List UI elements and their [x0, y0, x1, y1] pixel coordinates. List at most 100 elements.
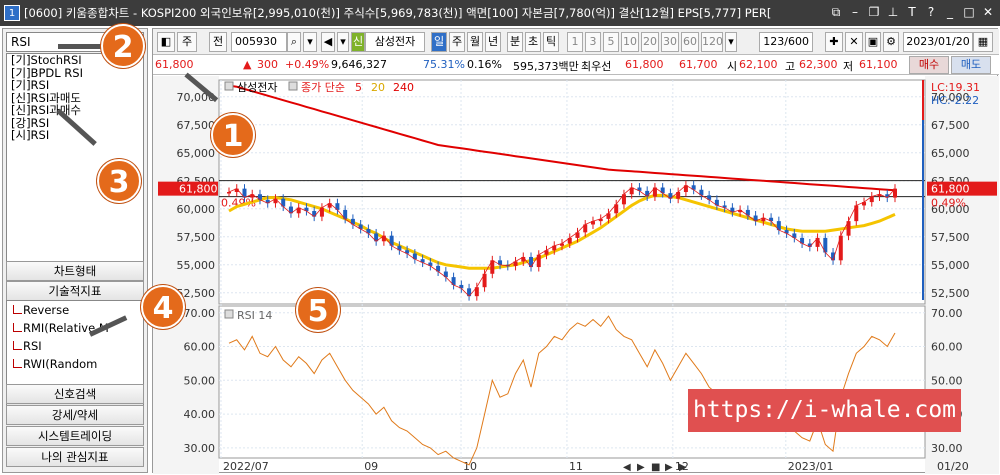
- y-tick-label: 65,000: [931, 147, 970, 160]
- playback-icon: ■: [651, 462, 660, 473]
- interval-5[interactable]: 5: [603, 32, 619, 52]
- tree-item-label: Reverse: [23, 303, 70, 317]
- restore-icon[interactable]: ❐: [866, 4, 882, 20]
- quote-ratio-2: 0.16%: [467, 58, 502, 71]
- candle: [227, 192, 231, 194]
- quote-pct: +0.49%: [285, 58, 330, 71]
- new-badge: 신: [351, 32, 365, 52]
- chart-type-button[interactable]: 차트형태: [6, 261, 144, 281]
- add-icon[interactable]: ✚: [825, 32, 843, 52]
- sell-button[interactable]: 매도: [951, 56, 991, 74]
- interval-20[interactable]: 20: [641, 32, 659, 52]
- quote-low-label: 저: [843, 60, 854, 73]
- window-number[interactable]: 1: [4, 5, 20, 21]
- playback-icon: ◀: [623, 462, 631, 473]
- tree-item[interactable]: RWI(Random: [7, 355, 143, 373]
- list-item[interactable]: [기]RSI: [7, 79, 143, 92]
- gear-icon[interactable]: ⚙: [883, 32, 899, 52]
- playback-icon: ▶: [679, 462, 687, 473]
- tab-second[interactable]: 초: [525, 32, 541, 52]
- prev-button[interactable]: 전: [209, 32, 227, 52]
- tree-item[interactable]: RSI: [7, 337, 143, 355]
- legend-icon: [224, 81, 234, 91]
- step-badge-4: 4: [141, 285, 185, 329]
- rsi-tick-label: 30.00: [184, 442, 216, 455]
- quote-price: 61,800: [155, 58, 194, 71]
- maximize-icon[interactable]: □: [961, 4, 977, 20]
- step-badge-3: 3: [97, 159, 141, 203]
- hc-label: HC:-2.22: [931, 94, 979, 107]
- tab-day[interactable]: 일: [431, 32, 447, 52]
- interval-10[interactable]: 10: [621, 32, 639, 52]
- crosshair-icon[interactable]: ✕: [845, 32, 863, 52]
- minimize-icon[interactable]: _: [942, 4, 958, 20]
- date-input[interactable]: 2023/01/20: [903, 32, 973, 52]
- legend-stock: 삼성전자: [237, 81, 277, 94]
- window-icon[interactable]: ⧉: [828, 4, 844, 20]
- stock-code-input[interactable]: 005930: [231, 32, 287, 52]
- tab-year[interactable]: 년: [485, 32, 501, 52]
- quote-change: 300: [257, 58, 278, 71]
- period-select[interactable]: 주: [177, 32, 197, 52]
- quote-high-label: 고: [785, 60, 796, 73]
- list-item[interactable]: [시]RSI: [7, 129, 143, 142]
- current-price-label: 61,800: [179, 183, 218, 196]
- chart-line-icon: [13, 323, 22, 332]
- quote-volume: 9,646,327: [331, 58, 387, 71]
- dropdown-icon[interactable]: ▾: [303, 32, 317, 52]
- close-icon[interactable]: ✕: [980, 4, 996, 20]
- legend-ma20: 20: [371, 81, 385, 94]
- x-tick-label: 11: [569, 460, 583, 473]
- legend-rsi: RSI 14: [237, 309, 272, 322]
- list-item[interactable]: [신]RSI과매도: [7, 92, 143, 105]
- lc-label: LC:19.31: [931, 81, 980, 94]
- rsi-tick-label: 60.00: [931, 341, 963, 354]
- tech-indicator-button[interactable]: 기술적지표: [6, 281, 144, 301]
- calendar-icon[interactable]: ▦: [973, 32, 993, 52]
- legend-icon: [224, 309, 234, 319]
- tab-week[interactable]: 주: [449, 32, 465, 52]
- interval-30[interactable]: 30: [661, 32, 679, 52]
- buy-button[interactable]: 매수: [909, 56, 949, 74]
- signal-search-button[interactable]: 신호검색: [6, 384, 144, 404]
- interval-1[interactable]: 1: [567, 32, 583, 52]
- my-indicator-button[interactable]: 나의 관심지표: [6, 447, 144, 467]
- price-panel: [218, 79, 926, 305]
- playback-icon: ▶: [665, 462, 673, 473]
- strength-button[interactable]: 강세/약세: [6, 405, 144, 425]
- minus-icon[interactable]: –: [847, 4, 863, 20]
- window-title: [0600] 키움종합차트 - KOSPI200 외국인보유[2,995,010…: [24, 6, 772, 20]
- step-badge-5: 5: [296, 288, 340, 332]
- y-tick-label: 55,000: [931, 259, 970, 272]
- dropdown-icon[interactable]: ▾: [337, 32, 349, 52]
- text-icon[interactable]: T: [904, 4, 920, 20]
- tab-month[interactable]: 월: [467, 32, 483, 52]
- interval-120[interactable]: 120: [701, 32, 723, 52]
- quote-best-label: 최우선: [581, 60, 612, 73]
- pin-icon[interactable]: ⊥: [885, 4, 901, 20]
- rsi-tick-label: 50.00: [931, 374, 963, 387]
- chart-line-icon: [13, 359, 22, 368]
- panel-toggle-icon[interactable]: ◧: [157, 32, 175, 52]
- help-icon[interactable]: ?: [923, 4, 939, 20]
- data-count-input[interactable]: 123/600: [759, 32, 813, 52]
- stock-name[interactable]: 삼성전자: [365, 32, 425, 52]
- list-item[interactable]: [기]BPDL RSI: [7, 67, 143, 80]
- system-trading-button[interactable]: 시스템트레이딩: [6, 426, 144, 446]
- save-icon[interactable]: ▣: [865, 32, 881, 52]
- dropdown-icon[interactable]: ▾: [725, 32, 737, 52]
- pct-label: 0.49%: [931, 197, 966, 210]
- list-item[interactable]: [신]RSI과매수: [7, 104, 143, 117]
- title-bar: 1 [0600] 키움종합차트 - KOSPI200 외국인보유[2,995,0…: [0, 0, 1000, 26]
- search-icon[interactable]: ⌕: [287, 32, 301, 52]
- step-badge-2: 2: [101, 24, 145, 68]
- interval-60[interactable]: 60: [681, 32, 699, 52]
- x-tick-label: 01/20: [937, 460, 969, 473]
- tab-tick[interactable]: 틱: [543, 32, 559, 52]
- quote-open-label: 시: [727, 60, 738, 73]
- speaker-icon[interactable]: ◀: [321, 32, 335, 52]
- legend-icon: [288, 81, 298, 91]
- interval-3[interactable]: 3: [585, 32, 601, 52]
- tab-minute[interactable]: 분: [507, 32, 523, 52]
- legend-ma5: 5: [355, 81, 362, 94]
